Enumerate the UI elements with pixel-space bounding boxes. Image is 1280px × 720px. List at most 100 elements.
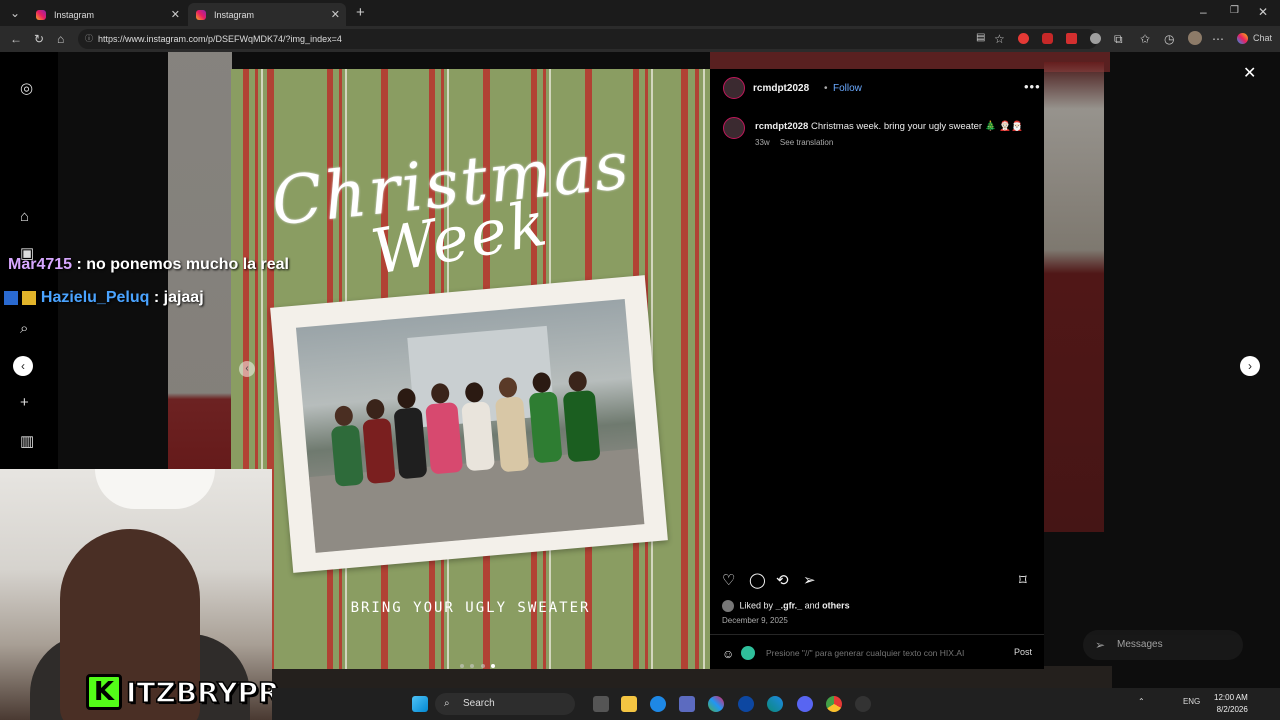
- close-tab-icon[interactable]: ✕: [171, 8, 180, 21]
- liker-avatar: [722, 600, 734, 612]
- insights-icon[interactable]: ▥: [20, 432, 34, 450]
- close-window-icon[interactable]: ✕: [1258, 5, 1268, 19]
- clock-date: 8/2/2026: [1216, 705, 1248, 714]
- post-image[interactable]: Christmas Week BRING YOUR UGLY SWEATER ‹: [231, 69, 710, 669]
- favorite-star-icon[interactable]: ☆: [994, 32, 1005, 46]
- minimize-icon[interactable]: –: [1200, 5, 1207, 19]
- chat-username: Hazielu_Peluq: [40, 289, 150, 306]
- help-icon[interactable]: [650, 696, 666, 712]
- extension-red-icon[interactable]: [1018, 33, 1029, 44]
- instagram-logo-icon[interactable]: ◎: [20, 79, 33, 97]
- taskbar-search[interactable]: ⌕ Search: [435, 693, 575, 715]
- liked-others[interactable]: others: [822, 600, 850, 610]
- caption-username[interactable]: rcmdpt2028: [755, 121, 808, 132]
- close-icon[interactable]: ✕: [1243, 63, 1256, 83]
- url-field[interactable]: ⓘ https://www.instagram.com/p/DSEFWqMDK7…: [78, 29, 1098, 49]
- extension-plus-icon[interactable]: [1066, 33, 1077, 44]
- taskbar-clock[interactable]: 12:00 AM 8/2/2026: [1214, 692, 1248, 716]
- send-icon[interactable]: ➢: [803, 571, 816, 589]
- tab-instagram-2[interactable]: Instagram ✕: [188, 3, 346, 26]
- history-icon[interactable]: ◷: [1164, 32, 1174, 46]
- windows-start-icon[interactable]: [412, 696, 428, 712]
- close-tab-icon[interactable]: ✕: [331, 8, 340, 21]
- hix-ai-icon[interactable]: [741, 646, 755, 660]
- chat-badge-icon: [4, 290, 18, 305]
- carousel-dot: [460, 664, 464, 668]
- post-comment-button[interactable]: Post: [1014, 647, 1032, 657]
- extension-shield-icon[interactable]: [1090, 33, 1101, 44]
- new-tab-plus-icon[interactable]: +: [356, 4, 365, 21]
- extensions-puzzle-icon[interactable]: ⧉: [1114, 32, 1123, 47]
- copilot-app-icon[interactable]: [708, 696, 724, 712]
- favorites-list-icon[interactable]: ✩: [1140, 32, 1150, 46]
- next-post-button[interactable]: ›: [1240, 356, 1260, 376]
- comment-icon[interactable]: ◯: [749, 571, 766, 589]
- instagram-favicon-icon: [196, 9, 206, 20]
- back-arrow-icon[interactable]: ←: [10, 32, 22, 46]
- reload-icon[interactable]: ↻: [34, 32, 44, 46]
- comment-input[interactable]: [766, 646, 996, 660]
- read-mode-icon[interactable]: ▤: [976, 32, 985, 43]
- background-post-right: [1044, 62, 1104, 532]
- tab-instagram-1[interactable]: Instagram ✕: [28, 3, 186, 26]
- discord-icon[interactable]: [797, 696, 813, 712]
- home-browser-icon[interactable]: ⌂: [57, 32, 64, 46]
- chrome-icon[interactable]: [826, 696, 842, 712]
- messages-button[interactable]: ➢ Messages: [1083, 630, 1243, 660]
- site-info-icon[interactable]: ⓘ: [85, 29, 93, 49]
- extension-abp-icon[interactable]: [1042, 33, 1053, 44]
- home-icon[interactable]: ⌂: [20, 208, 29, 225]
- carousel-dot: [470, 664, 475, 668]
- liked-by: Liked by _.gfr._ and others: [722, 600, 850, 612]
- app-icon[interactable]: [855, 696, 871, 712]
- author-username[interactable]: rcmdpt2028: [753, 83, 809, 94]
- carousel-dot: [480, 664, 485, 668]
- search-label: Search: [463, 698, 495, 709]
- plus-icon[interactable]: +: [20, 394, 29, 411]
- repost-icon[interactable]: ⟲: [776, 571, 789, 589]
- bookmark-icon[interactable]: ⌑: [1019, 571, 1027, 589]
- streamer-handle: ITZBRYPR: [125, 675, 280, 710]
- crown-badge-icon: [22, 290, 37, 305]
- ceiling-lamp: [95, 469, 215, 509]
- more-options-icon[interactable]: •••: [1024, 79, 1041, 94]
- edge-icon[interactable]: [767, 696, 783, 712]
- tray-chevron-icon[interactable]: ⌃: [1138, 697, 1145, 706]
- teams-icon[interactable]: [679, 696, 695, 712]
- copilot-icon[interactable]: [1237, 33, 1248, 44]
- liked-user[interactable]: _.gfr._: [776, 600, 803, 610]
- liked-prefix: Liked by: [739, 600, 774, 611]
- tab-actions-chevron-icon[interactable]: ⌄: [10, 6, 20, 20]
- file-explorer-icon[interactable]: [621, 696, 637, 712]
- maximize-icon[interactable]: ❐: [1230, 5, 1239, 16]
- browser-tab-bar: ⌄ Instagram ✕ Instagram ✕ + – ❐ ✕: [0, 0, 1280, 26]
- streamer-handle-badge: K ITZBRYPR: [86, 672, 280, 712]
- carousel-indicator: [459, 655, 496, 669]
- author-avatar[interactable]: [723, 77, 745, 99]
- search-icon[interactable]: ⌕: [20, 320, 28, 337]
- liked-and: and: [804, 600, 820, 611]
- see-translation-link[interactable]: See translation: [780, 138, 833, 147]
- emoji-icon[interactable]: ☺: [722, 647, 734, 661]
- separator-dot: •: [824, 83, 828, 94]
- task-view-icon[interactable]: [593, 696, 609, 712]
- hp-icon[interactable]: [738, 696, 754, 712]
- post-details-panel: rcmdpt2028 • Follow ••• rcmdpt2028 Chris…: [710, 69, 1044, 669]
- more-menu-icon[interactable]: ⋯: [1212, 32, 1224, 46]
- heart-icon[interactable]: ♡: [722, 571, 735, 589]
- follow-button[interactable]: Follow: [833, 83, 862, 94]
- language-indicator[interactable]: ENG: [1183, 697, 1200, 706]
- chat-text: : jajaaj: [153, 289, 204, 306]
- profile-avatar[interactable]: [1188, 31, 1202, 45]
- caption-author-avatar[interactable]: [723, 117, 745, 139]
- carousel-dot-active: [491, 664, 496, 668]
- tab-title: Instagram: [214, 9, 255, 20]
- background-post-bottom: [272, 666, 1112, 688]
- chat-label[interactable]: Chat: [1253, 33, 1272, 43]
- previous-post-button[interactable]: ‹: [13, 356, 33, 376]
- caption-meta: 33w See translation: [755, 138, 841, 147]
- group-photo: [295, 298, 645, 553]
- clock-time: 12:00 AM: [1214, 693, 1248, 702]
- previous-slide-button[interactable]: ‹: [239, 361, 255, 377]
- chat-message: Hazielu_Peluq : jajaaj: [4, 289, 204, 307]
